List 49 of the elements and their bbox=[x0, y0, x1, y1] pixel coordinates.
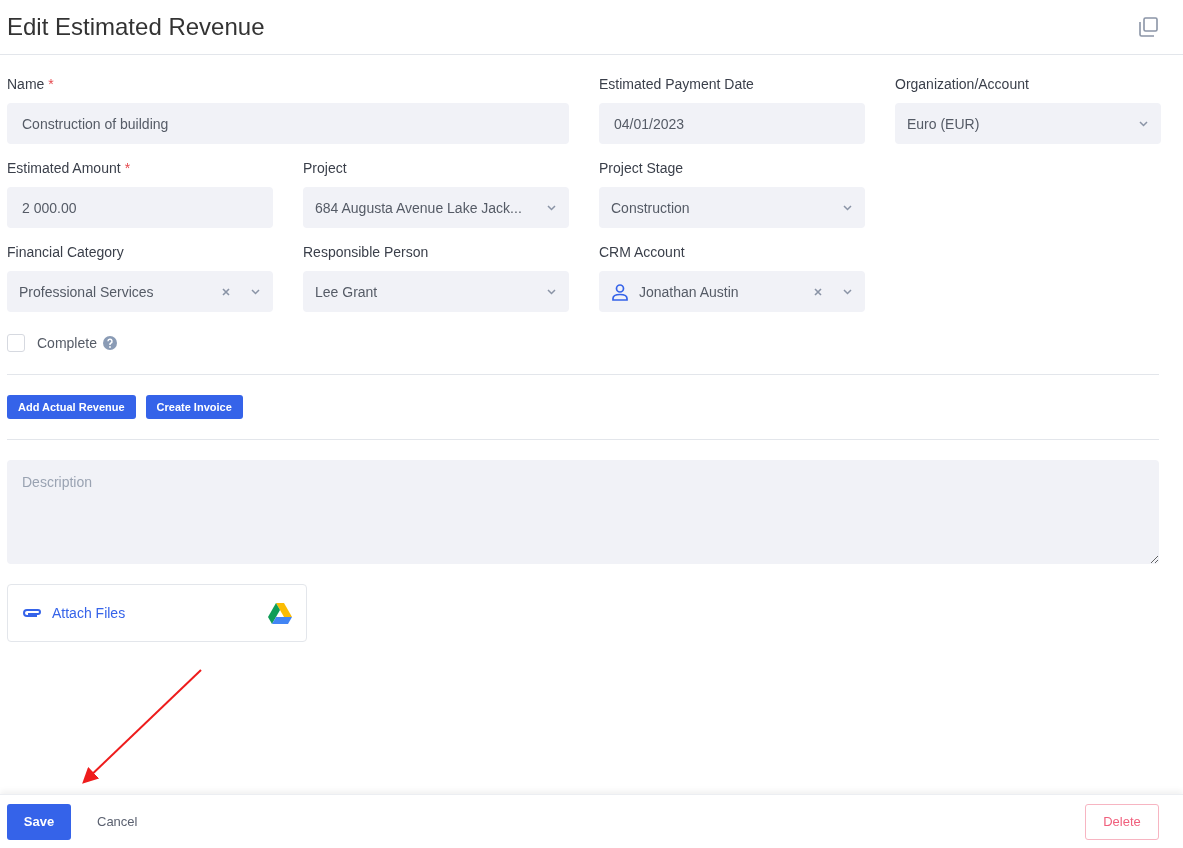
chevron-down-icon bbox=[842, 287, 853, 296]
required-mark: * bbox=[48, 76, 54, 94]
checkbox[interactable] bbox=[7, 334, 25, 352]
chevron-down-icon bbox=[250, 287, 261, 296]
select-field[interactable]: 684 Augusta Avenue Lake Jack... bbox=[303, 187, 569, 228]
chevron-down-icon bbox=[546, 203, 557, 212]
paperclip-icon bbox=[22, 607, 42, 619]
drive-logo-icon[interactable] bbox=[268, 602, 292, 624]
clear-icon[interactable] bbox=[222, 287, 230, 296]
field-label: CRM Account bbox=[599, 244, 685, 262]
page-title: Edit Estimated Revenue bbox=[7, 13, 265, 41]
save-button[interactable]: Save bbox=[7, 803, 71, 840]
field-label: Project bbox=[303, 160, 347, 178]
select-field[interactable]: Construction bbox=[599, 187, 865, 228]
field-label: Financial Category bbox=[7, 244, 124, 262]
input-field[interactable]: Construction of building bbox=[7, 103, 569, 144]
checkbox-label: Complete bbox=[37, 335, 97, 351]
select-value: Jonathan Austin bbox=[639, 283, 740, 300]
input-field[interactable]: 04/01/2023 bbox=[599, 103, 865, 144]
select-field[interactable]: Jonathan Austin bbox=[599, 271, 865, 312]
input-field[interactable]: 2 000.00 bbox=[7, 187, 273, 228]
select-value: 684 Augusta Avenue Lake Jack... bbox=[315, 199, 523, 216]
attach-files-link[interactable]: Attach Files bbox=[22, 605, 126, 621]
select-value: Euro (EUR) bbox=[907, 115, 981, 132]
select-field[interactable]: Lee Grant bbox=[303, 271, 569, 312]
field-label: Estimated Amount bbox=[7, 160, 121, 178]
select-value: Construction bbox=[611, 199, 691, 216]
select-value: Professional Services bbox=[19, 283, 155, 300]
chevron-down-icon bbox=[1138, 119, 1149, 128]
required-mark: * bbox=[124, 160, 131, 178]
copy-icon[interactable] bbox=[1137, 16, 1159, 38]
person-icon bbox=[611, 282, 629, 301]
clear-icon[interactable] bbox=[814, 287, 822, 296]
select-field[interactable]: Euro (EUR) bbox=[895, 103, 1161, 144]
field-label: Name bbox=[7, 76, 45, 94]
action-button[interactable]: Add Actual Revenue bbox=[7, 395, 136, 419]
select-value: Lee Grant bbox=[315, 283, 379, 300]
description-field[interactable]: Description bbox=[7, 460, 1159, 564]
field-label: Project Stage bbox=[599, 160, 684, 178]
action-button[interactable]: Create Invoice bbox=[145, 395, 243, 419]
field-label: Responsible Person bbox=[303, 244, 429, 262]
field-label: Organization/Account bbox=[895, 76, 1029, 94]
field-label: Estimated Payment Date bbox=[599, 76, 754, 94]
delete-button[interactable]: Delete bbox=[1085, 803, 1159, 840]
cancel-button[interactable]: Cancel bbox=[91, 813, 144, 830]
chevron-down-icon bbox=[842, 203, 853, 212]
chevron-down-icon bbox=[546, 287, 557, 296]
help-icon bbox=[102, 336, 117, 350]
select-field[interactable]: Professional Services bbox=[7, 271, 273, 312]
